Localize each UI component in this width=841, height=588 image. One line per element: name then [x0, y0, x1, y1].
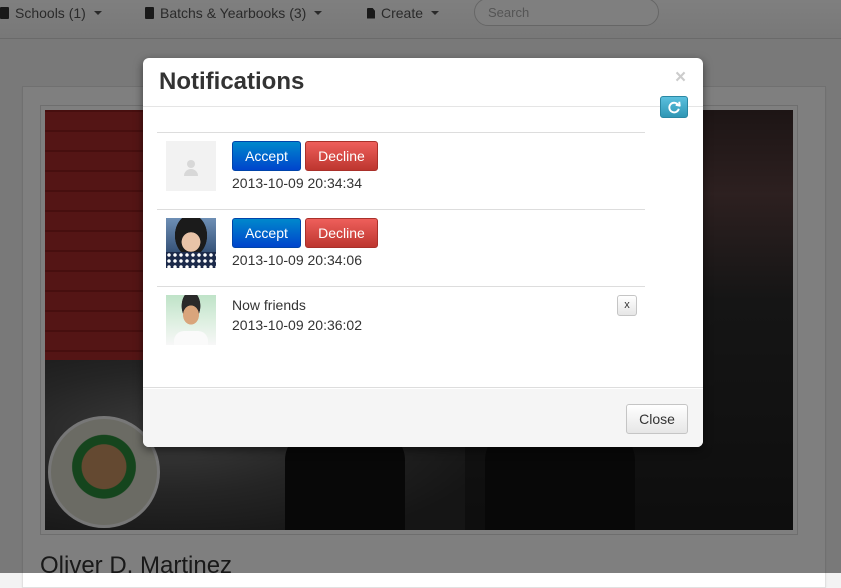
accept-button[interactable]: Accept — [232, 141, 301, 171]
refresh-button[interactable] — [660, 96, 688, 118]
notification-item: Accept Decline 2013-10-09 20:34:34 — [157, 132, 645, 209]
notification-time: 2013-10-09 20:36:02 — [232, 317, 362, 333]
refresh-icon — [668, 101, 681, 114]
notification-item: Now friends 2013-10-09 20:36:02 x — [157, 286, 645, 365]
modal-title: Notifications — [159, 68, 305, 95]
notification-time: 2013-10-09 20:34:06 — [232, 252, 362, 268]
accept-button[interactable]: Accept — [232, 218, 301, 248]
notification-item: Accept Decline 2013-10-09 20:34:06 — [157, 209, 645, 286]
notification-list: Accept Decline 2013-10-09 20:34:34 Accep… — [157, 132, 645, 365]
decline-button[interactable]: Decline — [305, 141, 378, 171]
close-icon[interactable]: × — [675, 68, 686, 87]
decline-button[interactable]: Decline — [305, 218, 378, 248]
default-avatar[interactable] — [166, 141, 216, 191]
modal-footer: Close — [143, 387, 703, 447]
girl-avatar[interactable] — [166, 218, 216, 268]
dismiss-button[interactable]: x — [617, 295, 637, 316]
boy-avatar[interactable] — [166, 295, 216, 345]
modal-header: Notifications × — [143, 58, 703, 107]
notification-text: Now friends — [232, 297, 306, 313]
notification-time: 2013-10-09 20:34:34 — [232, 175, 362, 191]
notifications-modal: Notifications × Accept Decline 2013-10-0… — [143, 58, 703, 447]
close-button[interactable]: Close — [626, 404, 688, 434]
